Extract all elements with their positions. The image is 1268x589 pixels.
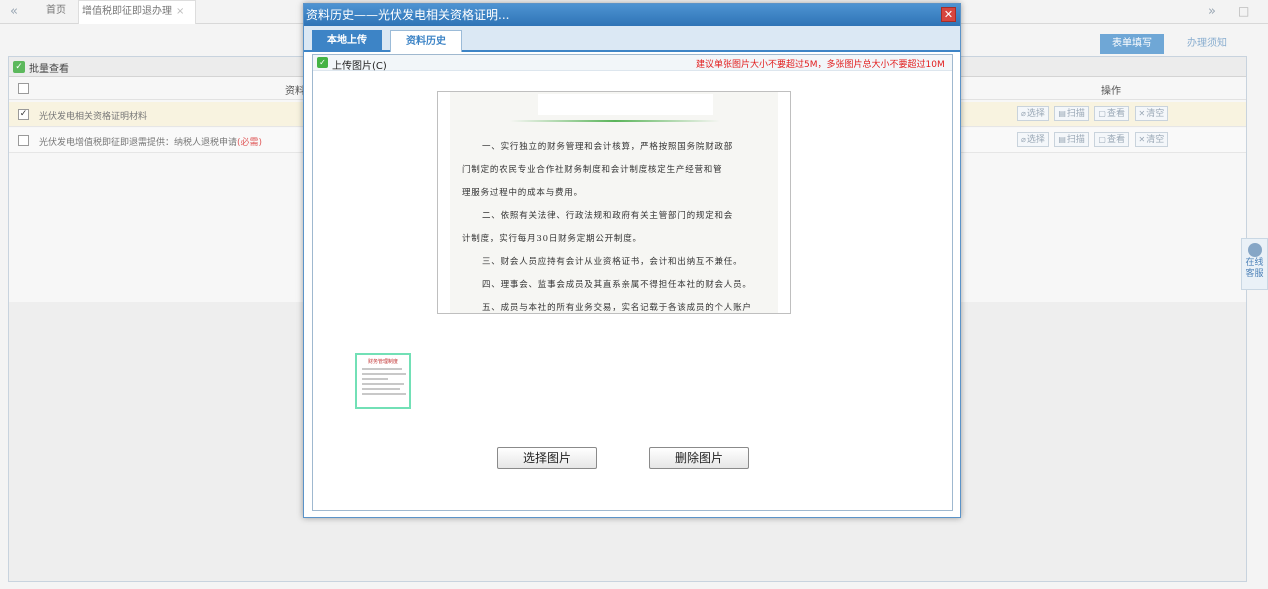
material-name: 光伏发电相关资格证明材料: [39, 112, 148, 122]
document-line: 理服务过程中的成本与费用。: [462, 188, 583, 198]
delete-image-button[interactable]: 删除图片: [649, 447, 749, 469]
thumbnail-line: [362, 373, 406, 375]
document-line: 四、理事会、监事会成员及其直系亲属不得担任本社的财会人员。: [482, 280, 752, 290]
view-button[interactable]: ▢查看: [1094, 106, 1129, 121]
batch-view-icon[interactable]: ✓: [13, 61, 25, 73]
view-button[interactable]: ▢查看: [1094, 132, 1129, 147]
document-line: 二、依照有关法律、行政法规和政府有关主管部门的规定和会: [482, 211, 734, 221]
upload-panel: ✓ 上传图片(C) 建议单张图片大小不要超过5M，多张图片总大小不要超过10M …: [312, 54, 953, 511]
close-icon: ✕: [1138, 109, 1146, 118]
tab-home[interactable]: 首页: [36, 0, 76, 24]
document-divider: [510, 120, 720, 122]
select-button[interactable]: ⌀选择: [1017, 132, 1049, 147]
service-label-line2: 客服: [1245, 269, 1264, 279]
material-name: 光伏发电增值税即征即退需提供：纳税人退税申请(必需): [39, 138, 263, 148]
tab-material-history[interactable]: 资料历史: [390, 30, 462, 52]
close-icon[interactable]: ✕: [941, 7, 956, 22]
tab-vat-refund[interactable]: 增值税即征即退办理 ×: [78, 0, 196, 24]
magnifier-icon: ▢: [1098, 109, 1106, 118]
tab-vat-refund-label: 增值税即征即退办理: [82, 6, 172, 17]
row-actions: ⌀选择 ▤扫描 ▢查看 ✕清空: [1017, 132, 1170, 149]
dialog-title[interactable]: 资料历史——光伏发电相关资格证明...: [304, 4, 960, 26]
thumbnail-line: [362, 393, 406, 395]
clear-button[interactable]: ✕清空: [1134, 106, 1169, 121]
scanner-icon: ▤: [1058, 109, 1066, 118]
material-history-dialog: 资料历史——光伏发电相关资格证明... ✕ 本地上传 资料历史 ✓ 上传图片(C…: [303, 3, 961, 518]
image-thumbnail[interactable]: 财务管理制度: [355, 353, 411, 409]
paperclip-icon: ⌀: [1021, 135, 1026, 144]
upload-size-note: 建议单张图片大小不要超过5M，多张图片总大小不要超过10M: [696, 60, 945, 70]
customer-service-icon: [1247, 243, 1262, 257]
row-actions: ⌀选择 ▤扫描 ▢查看 ✕清空: [1017, 106, 1170, 123]
select-button[interactable]: ⌀选择: [1017, 106, 1049, 121]
clear-button[interactable]: ✕清空: [1134, 132, 1169, 147]
tab-local-upload[interactable]: 本地上传: [312, 30, 382, 52]
dialog-tabs: 本地上传 资料历史: [304, 26, 960, 52]
document-header-blank: [538, 94, 713, 115]
upload-check-icon: ✓: [317, 57, 328, 68]
thumbnail-line: [362, 368, 402, 370]
row-checkbox[interactable]: [18, 135, 29, 146]
thumbnail-title: 财务管理制度: [367, 359, 398, 365]
batch-view-label[interactable]: 批量查看: [29, 60, 69, 75]
upload-label: 上传图片(C): [332, 61, 387, 72]
upload-header: ✓ 上传图片(C) 建议单张图片大小不要超过5M，多张图片总大小不要超过10M: [313, 55, 952, 72]
guide-button[interactable]: 办理须知: [1172, 34, 1242, 54]
row-checkbox[interactable]: ✓: [18, 109, 29, 120]
magnifier-icon: ▢: [1098, 135, 1106, 144]
ops-column-header: 操作: [1101, 86, 1121, 97]
document-line: 五、成员与本社的所有业务交易，实名记载于各该成员的个人账户: [482, 303, 752, 313]
scanner-icon: ▤: [1058, 135, 1066, 144]
online-service-widget[interactable]: 在线 客服: [1241, 238, 1268, 290]
document-line: 三、财会人员应持有会计从业资格证书，会计和出纳互不兼任。: [482, 257, 743, 267]
image-preview: 一、实行独立的财务管理和会计核算，严格按照国务院财政部 门制定的农民专业合作社财…: [437, 91, 791, 314]
select-image-button[interactable]: 选择图片: [497, 447, 597, 469]
document-line: 门制定的农民专业合作社财务制度和会计制度核定生产经营和管: [462, 165, 723, 175]
document-line: 计制度，实行每月30日财务定期公开制度。: [462, 234, 642, 244]
thumbnail-line: [362, 388, 400, 390]
scan-button[interactable]: ▤扫描: [1054, 132, 1089, 147]
form-fill-button[interactable]: 表单填写: [1100, 34, 1164, 54]
window-icon[interactable]: □: [1238, 4, 1249, 18]
close-icon: ✕: [1138, 135, 1146, 144]
select-all-checkbox[interactable]: [18, 83, 29, 94]
document-line: 一、实行独立的财务管理和会计核算，严格按照国务院财政部: [482, 142, 734, 152]
paperclip-icon: ⌀: [1021, 109, 1026, 118]
scroll-right-icon[interactable]: »: [1208, 4, 1216, 19]
document-image: 一、实行独立的财务管理和会计核算，严格按照国务院财政部 门制定的农民专业合作社财…: [450, 92, 778, 313]
thumbnail-line: [362, 378, 388, 380]
service-label-line1: 在线: [1245, 258, 1264, 268]
scan-button[interactable]: ▤扫描: [1054, 106, 1089, 121]
scroll-left-icon[interactable]: «: [10, 4, 18, 19]
material-column-header: 资料: [285, 86, 305, 97]
close-tab-icon[interactable]: ×: [176, 6, 184, 17]
thumbnail-line: [362, 383, 404, 385]
